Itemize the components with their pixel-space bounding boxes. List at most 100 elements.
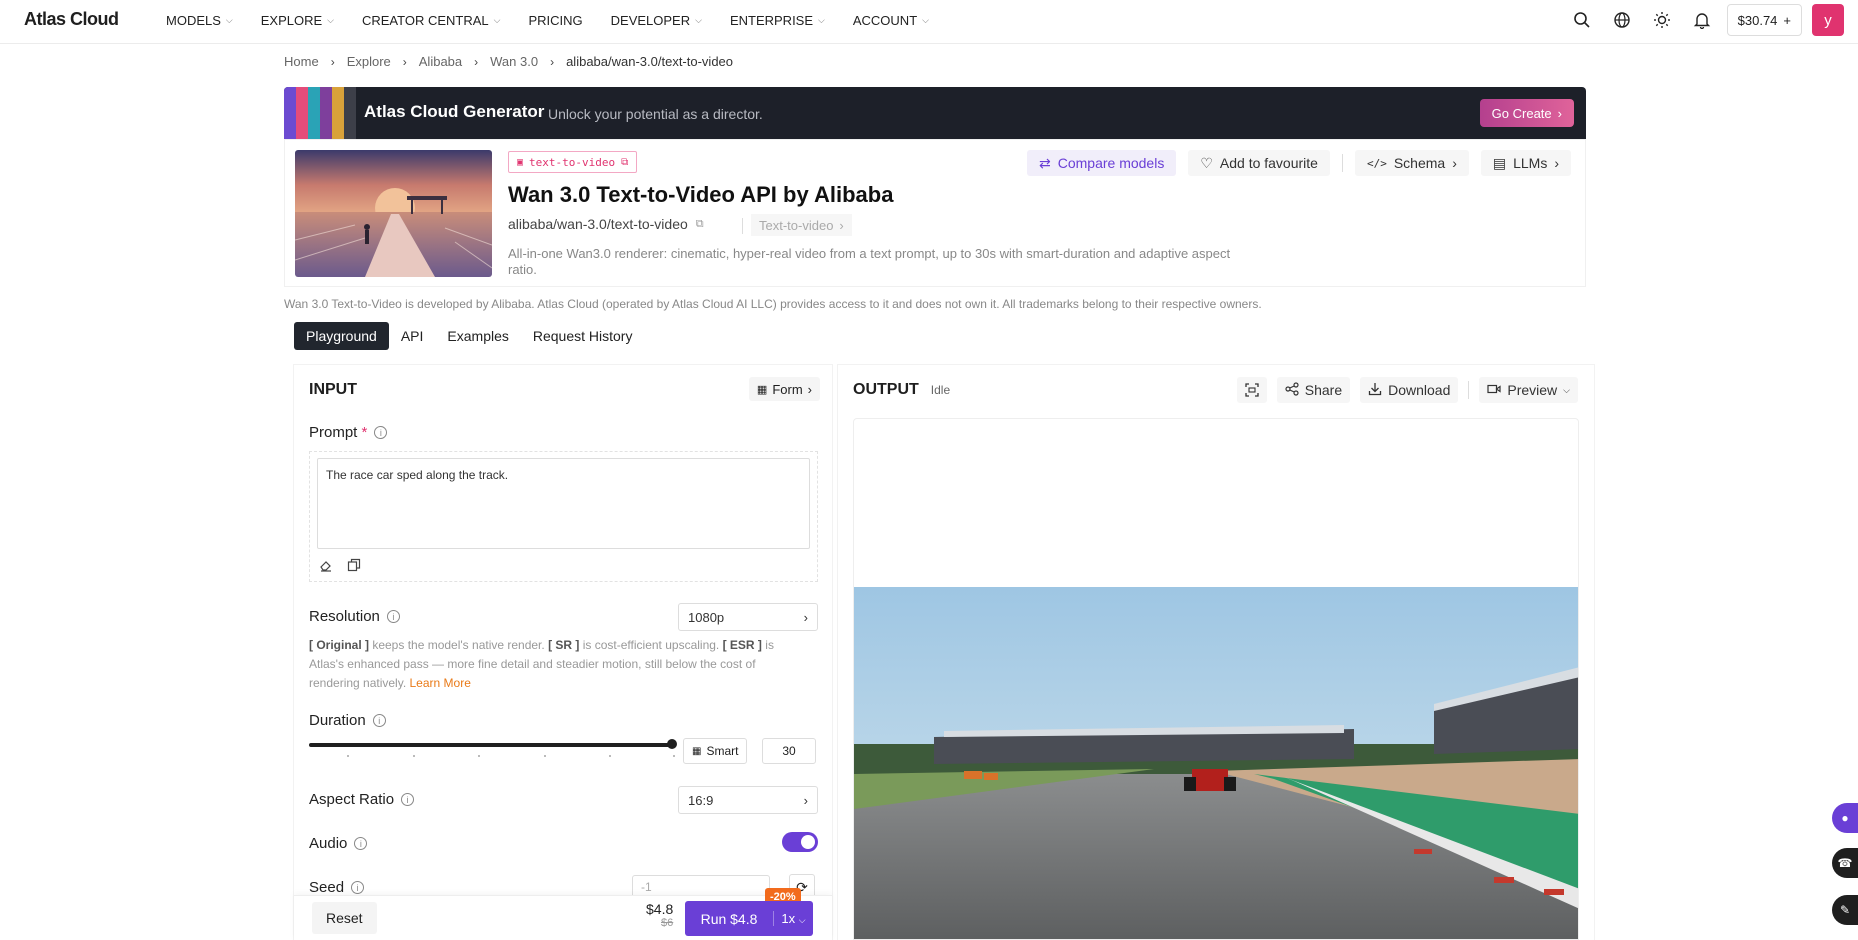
duration-label-row: Duration i	[309, 712, 386, 729]
nav-pricing[interactable]: PRICING	[528, 13, 582, 28]
video-camera-icon	[1487, 382, 1501, 399]
breadcrumb-home[interactable]: Home	[284, 54, 319, 69]
banner-title: Atlas Cloud Generator	[364, 102, 545, 121]
category-tag[interactable]: ▣ text-to-video ⧉	[508, 151, 638, 173]
smart-label: Smart	[706, 744, 739, 758]
balance-button[interactable]: $30.74 +	[1726, 4, 1802, 36]
chevron-right-icon: ›	[1452, 155, 1457, 171]
audio-toggle[interactable]	[782, 832, 818, 852]
nav-developer-label: DEVELOPER	[610, 12, 691, 28]
nav-account[interactable]: ACCOUNT ⌵	[853, 13, 929, 28]
llms-button[interactable]: ▤ LLMs ›	[1480, 150, 1571, 176]
model-type-label: Text-to-video	[759, 217, 834, 233]
nav-pricing-label: PRICING	[528, 12, 583, 28]
go-create-button[interactable]: Go Create ›	[1479, 99, 1574, 127]
duration-label: Duration	[309, 712, 366, 729]
multiplier-select[interactable]: 1x ⌵	[773, 911, 813, 926]
chevron-right-icon: ›	[803, 609, 808, 625]
preview-label: Preview	[1507, 382, 1558, 398]
nav-models[interactable]: MODELS ⌵	[166, 13, 233, 28]
tab-playground[interactable]: Playground	[294, 322, 389, 350]
nav-developer[interactable]: DEVELOPER ⌵	[611, 13, 702, 28]
breadcrumb-alibaba[interactable]: Alibaba	[419, 54, 462, 69]
run-button[interactable]: Run $4.8 1x ⌵	[685, 901, 813, 936]
chevron-down-icon: ⌵	[695, 14, 702, 25]
info-icon[interactable]: i	[354, 837, 368, 850]
generator-banner: Atlas Cloud Generator Unlock your potent…	[284, 87, 1586, 139]
slider-tick	[478, 755, 480, 757]
plus-icon: +	[1783, 12, 1791, 28]
learn-more-link[interactable]: Learn More	[410, 676, 471, 690]
logo[interactable]: Atlas Cloud	[24, 9, 119, 30]
copy-icon[interactable]	[347, 558, 361, 577]
resolution-select[interactable]: 1080p ›	[678, 603, 818, 631]
form-toggle-button[interactable]: ▦ Form ›	[748, 377, 820, 401]
slider-handle[interactable]	[667, 739, 677, 749]
nav-enterprise[interactable]: ENTERPRISE ⌵	[730, 13, 825, 28]
breadcrumb-explore[interactable]: Explore	[347, 54, 391, 69]
hint-original: [ Original ]	[309, 638, 369, 652]
model-type-chip[interactable]: Text-to-video ›	[751, 214, 852, 236]
chevron-down-icon: ⌵	[798, 915, 806, 925]
discord-icon[interactable]: ●	[1832, 803, 1858, 833]
schema-label: Schema	[1393, 155, 1446, 171]
resolution-value: 1080p	[688, 609, 725, 625]
nav-explore[interactable]: EXPLORE ⌵	[261, 13, 334, 28]
tab-api[interactable]: API	[389, 322, 436, 350]
avatar[interactable]: y	[1812, 4, 1844, 36]
chevron-down-icon: ⌵	[327, 14, 334, 25]
balance-amount: $30.74	[1737, 12, 1778, 28]
main-nav: MODELS ⌵ EXPLORE ⌵ CREATOR CENTRAL ⌵ PRICIN…	[166, 0, 957, 40]
run-label: Run $4.8	[700, 910, 758, 927]
copy-icon[interactable]: ⧉	[696, 218, 704, 231]
support-icon[interactable]: ☎	[1832, 848, 1858, 878]
slider-tick	[673, 755, 675, 757]
prompt-input[interactable]: The race car sped along the track.	[317, 458, 810, 549]
hint-original-text: keeps the model's native render.	[369, 638, 549, 652]
share-button[interactable]: Share	[1276, 377, 1351, 403]
pen-glyph: ✎	[1839, 903, 1851, 917]
chevron-right-icon: ›	[803, 792, 808, 808]
slider-tick	[609, 755, 611, 757]
nav-creator-central[interactable]: CREATOR CENTRAL ⌵	[362, 13, 500, 28]
share-icon	[1285, 381, 1299, 399]
duration-slider[interactable]	[309, 739, 677, 749]
video-icon: ▣	[517, 156, 524, 168]
chevron-right-icon: ›	[1554, 155, 1559, 171]
feedback-icon[interactable]: ✎	[1832, 895, 1858, 925]
sun-icon[interactable]	[1647, 5, 1677, 35]
eraser-icon[interactable]	[319, 558, 333, 577]
fullscreen-icon[interactable]	[1236, 377, 1267, 403]
reset-button[interactable]: Reset	[312, 902, 377, 934]
model-title: Wan 3.0 Text-to-Video API by Alibaba	[508, 182, 894, 207]
chevron-right-icon: ›	[402, 54, 407, 69]
tab-request-history[interactable]: Request History	[521, 322, 645, 350]
breadcrumb-wan[interactable]: Wan 3.0	[490, 54, 538, 69]
preview-select[interactable]: Preview ⌵	[1479, 377, 1578, 403]
resolution-hint: [ Original ] keeps the model's native re…	[309, 636, 809, 693]
search-icon[interactable]	[1567, 5, 1597, 35]
info-icon[interactable]: i	[372, 714, 386, 727]
tab-examples[interactable]: Examples	[435, 322, 520, 350]
headset-glyph: ☎	[1837, 856, 1853, 870]
info-icon[interactable]: i	[351, 881, 365, 894]
globe-icon[interactable]	[1607, 5, 1637, 35]
required-mark: *	[361, 424, 368, 441]
bell-icon[interactable]	[1687, 5, 1717, 35]
video-preview[interactable]	[853, 418, 1579, 940]
compare-models-button[interactable]: ⇄ Compare models	[1026, 150, 1177, 176]
smart-duration-button[interactable]: ▦ Smart	[683, 738, 748, 764]
seed-label-row: Seed i	[309, 879, 365, 896]
schema-button[interactable]: </> Schema ›	[1354, 150, 1469, 176]
duration-input[interactable]: 30	[762, 738, 816, 764]
action-bar: Reset $4.8 $6 -20% Run $4.8 1x ⌵	[294, 888, 832, 940]
info-icon[interactable]: i	[386, 610, 400, 623]
video-frame	[854, 587, 1578, 939]
info-icon[interactable]: i	[374, 426, 388, 439]
aspect-ratio-select[interactable]: 16:9 ›	[678, 786, 818, 814]
share-label: Share	[1304, 382, 1343, 398]
info-icon[interactable]: i	[401, 793, 415, 806]
add-to-favourite-button[interactable]: ♡ Add to favourite	[1188, 150, 1330, 176]
download-button[interactable]: Download	[1360, 377, 1459, 403]
prompt-label-row: Prompt * i	[309, 424, 388, 441]
